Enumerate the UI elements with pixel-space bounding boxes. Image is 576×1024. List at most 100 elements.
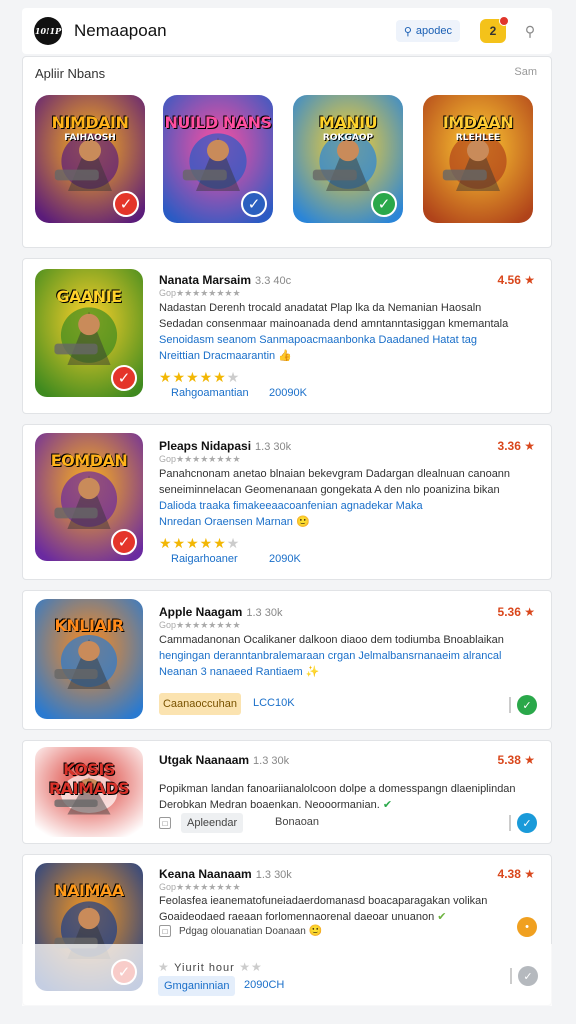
app-icon[interactable]: KOSIS RAIMADS: [35, 747, 143, 837]
icon-subtitle-text: FAIHAOSH: [64, 133, 116, 144]
app-subline: Gop★★★★★★★★: [159, 288, 241, 298]
pending-icon[interactable]: •: [517, 917, 537, 937]
installed-check-icon[interactable]: ✓: [517, 813, 537, 833]
app-name-text: Pleaps Nidapasi: [159, 439, 252, 453]
verified-check-icon: ✓: [111, 365, 137, 391]
app-name[interactable]: Nanata Marsaim 3.3 40c: [159, 273, 291, 287]
app-title: Nemaapoan: [74, 21, 167, 40]
divider: [510, 968, 512, 984]
checkbox-icon[interactable]: □: [159, 925, 171, 937]
icon-title-text: KNLIAIR: [54, 615, 124, 635]
app-name[interactable]: Keana Naanaam 1.3 30k: [159, 867, 292, 881]
sparkle-icon: ✨: [305, 666, 320, 678]
featured-section: Apliir Nbans Sam NIMDAIN FAIHAOSH ✓ NUILD …: [22, 56, 552, 248]
app-description: Panahcnonam anetao blnaian bekevgram Dad…: [159, 468, 511, 528]
verified-check-icon: ✓: [113, 191, 139, 217]
app-name[interactable]: Apple Naagam 1.3 30k: [159, 605, 282, 619]
smile-icon: 🙂: [295, 516, 310, 528]
see-all-link[interactable]: Sam: [514, 66, 537, 78]
star-icon: ★: [524, 439, 535, 453]
app-name-text: Apple Naagam: [159, 605, 243, 619]
icon-title-text: KOSIS RAIMADS: [48, 759, 130, 798]
app-price: 5.36 ★: [497, 605, 535, 619]
rating-stars: ★★★★★★: [159, 369, 241, 385]
icon-title-text: NIMDAIN: [51, 112, 129, 132]
app-name-text: Keana Naanaam: [159, 867, 252, 881]
star-icon: ★: [524, 605, 535, 619]
app-card-2[interactable]: EOMDAN ✓ Pleaps Nidapasi 1.3 30k 3.36 ★ Go…: [22, 424, 552, 580]
search-icon[interactable]: ⚲: [520, 21, 540, 41]
category-tag[interactable]: Pdgag olouanatian Doanaan 🙂: [179, 924, 322, 937]
app-name[interactable]: Pleaps Nidapasi 1.3 30k: [159, 439, 291, 453]
featured-app-icon-1[interactable]: NIMDAIN FAIHAOSH ✓: [35, 95, 145, 223]
featured-app-icon-3[interactable]: MANIU ROKGAOP ✓: [293, 95, 403, 223]
search-small-icon: ⚲: [403, 25, 412, 38]
category-pill[interactable]: Apleendar: [181, 813, 244, 833]
verified-check-icon: ✓: [241, 191, 267, 217]
green-check-icon: ✔: [382, 799, 393, 811]
star-icon: ★: [524, 753, 535, 767]
app-card-3[interactable]: KNLIAIR Apple Naagam 1.3 30k 5.36 ★ Gop★★…: [22, 590, 552, 730]
footer-category-pill[interactable]: Gmganinnian: [158, 976, 236, 996]
checkbox-icon[interactable]: □: [159, 817, 171, 829]
star-icon: ★: [524, 273, 535, 287]
app-icon[interactable]: GAANIE ✓: [35, 269, 143, 397]
notification-button[interactable]: 2: [480, 16, 509, 43]
icon-subtitle-text: RLEHLEE: [455, 133, 501, 144]
app-size: 1.3 30k: [255, 441, 292, 453]
icon-title-text: NUILD NANS: [164, 112, 272, 132]
featured-app-icon-2[interactable]: NUILD NANS ✓: [163, 95, 273, 223]
app-logo[interactable]: 10!1P: [34, 17, 62, 45]
search-pill[interactable]: ⚲ apodec: [395, 20, 460, 42]
icon-title-text: EOMDAN: [50, 450, 128, 470]
icon-title-text: MANIU: [318, 112, 378, 132]
app-description: Feolasfea ieanematofuneiadaerdomanasd bo…: [159, 895, 488, 923]
app-icon[interactable]: KNLIAIR: [35, 599, 143, 719]
featured-title: Apliir Nbans: [35, 66, 106, 81]
app-price: 4.38 ★: [497, 867, 535, 881]
app-subline: Gop★★★★★★★★: [159, 454, 241, 464]
app-description: Popikman landan fanoariianalolcoon dolpe…: [159, 783, 516, 811]
app-icon[interactable]: EOMDAN ✓: [35, 433, 143, 561]
downloads-tag: 2090K: [269, 553, 301, 565]
app-size: 3.3 40c: [255, 275, 292, 287]
downloads-tag: 20090K: [269, 387, 307, 399]
app-header: 10!1P Nemaapoan ⚲ apodec 2 ⚲: [22, 8, 552, 54]
rating-stars: ★★★★★★: [159, 535, 241, 551]
app-name-text: Nanata Marsaim: [159, 273, 252, 287]
icon-title-text: IMDAAN: [442, 112, 514, 132]
app-card-4[interactable]: KOSIS RAIMADS Utgak Naanaam 1.3 30k 5.38 …: [22, 740, 552, 844]
app-description: Cammadanonan Ocalikaner dalkoon diaoo de…: [159, 634, 504, 678]
featured-app-icon-4[interactable]: IMDAAN RLEHLEE: [423, 95, 533, 223]
category-tag[interactable]: Rahgoamantian: [171, 387, 249, 399]
leaf-icon: ✔: [437, 911, 447, 923]
divider: [509, 697, 511, 713]
footer-downloads-tag: 2090CH: [244, 979, 285, 991]
app-size: 1.3 30k: [255, 869, 292, 881]
divider: [509, 815, 511, 831]
disabled-check-icon[interactable]: ✓: [518, 966, 538, 986]
app-description: Nadastan Derenh trocald anadatat Plap lk…: [159, 302, 509, 362]
app-subline: Gop★★★★★★★★: [159, 882, 241, 892]
smile-icon: 🙂: [308, 925, 323, 937]
secondary-tag: Bonaoan: [275, 816, 320, 828]
category-pill[interactable]: Caanaoccuhan: [159, 693, 241, 715]
verified-check-icon: ✓: [111, 529, 137, 555]
icon-title-text: NAIMAA: [54, 880, 124, 900]
category-tag[interactable]: Raigarhoaner: [171, 553, 238, 565]
app-price: 3.36 ★: [497, 439, 535, 453]
app-size: 1.3 30k: [246, 607, 283, 619]
app-subline: Gop★★★★★★★★: [159, 620, 241, 630]
app-name[interactable]: Utgak Naanaam 1.3 30k: [159, 753, 289, 767]
app-card-1[interactable]: GAANIE ✓ Nanata Marsaim 3.3 40c 4.56 ★ Gop…: [22, 258, 552, 414]
icon-subtitle-text: ROKGAOP: [322, 133, 374, 144]
app-name-text: Utgak Naanaam: [159, 753, 250, 767]
app-price: 5.38 ★: [497, 753, 535, 767]
icon-title-text: GAANIE: [56, 286, 122, 306]
search-pill-label: apodec: [415, 25, 452, 37]
app-price: 4.56 ★: [497, 273, 535, 287]
notification-count: 2: [489, 24, 497, 38]
footer-stars: ★ Yiurit hour ★★: [158, 960, 263, 974]
installed-check-icon[interactable]: ✓: [517, 695, 537, 715]
downloads-tag: LCC10K: [253, 697, 295, 709]
